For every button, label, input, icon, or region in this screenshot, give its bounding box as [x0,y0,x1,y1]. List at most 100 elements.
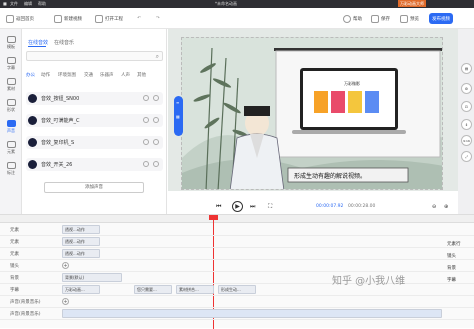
zoom-out-icon[interactable]: ⊖ [432,204,436,210]
ratio-916-button[interactable]: 9:16 [461,135,472,146]
fullscreen-preview-icon[interactable]: ⛶ [268,203,272,211]
subtitle-button[interactable]: 字幕 [447,277,456,283]
list-item[interactable]: 音效_叮满能声_C [26,114,163,127]
publish-button[interactable]: 发布视频 [429,13,453,24]
grid-icon[interactable]: ▦ [176,114,180,119]
timeline-clip[interactable]: 透视...动作 [62,249,100,258]
left-nav: 模板 字幕 素材 形状 声音 元素 标注 [0,29,22,214]
menu-help[interactable]: 帮助 [38,0,46,8]
add-icon[interactable] [153,161,159,167]
open-project-button[interactable]: 打开工程 [95,13,123,24]
play-disc-icon[interactable] [28,138,37,147]
play-disc-icon[interactable] [28,160,37,169]
playhead-handle[interactable] [209,215,218,220]
watermark: 知乎 @小我八维 [332,276,406,287]
settings-icon[interactable]: ⚙ [461,83,472,94]
nav-shape[interactable]: 形状 [1,98,21,115]
add-icon[interactable] [153,139,159,145]
add-bgm-icon[interactable]: + [62,298,69,305]
home-button[interactable]: 返回首页 [6,13,34,24]
search-input[interactable]: ⌕ [26,51,163,61]
track-camera: 镜头 + [0,260,474,272]
track-bgm: 声音(背景音乐) + [0,296,474,308]
category-instrument[interactable]: 乐器声 [100,72,114,78]
laptop-title: 万彩微影 [344,81,360,86]
list-item[interactable]: 音效_按钮_SN00 [26,92,163,105]
background-button[interactable]: 背景 [447,265,456,271]
timeline-clip[interactable]: 素材拼合... [176,285,214,294]
play-disc-icon[interactable] [28,116,37,125]
nav-element[interactable]: 元素 [1,140,21,157]
stage[interactable]: 万彩微影 形成生动有趣的解说视频。 [181,37,443,190]
camera-button[interactable]: 镜头 [447,253,456,259]
add-icon[interactable] [153,117,159,123]
lock-icon[interactable]: ⊡ [461,101,472,112]
nav-sound[interactable]: 声音 [1,119,21,136]
floating-toolbar[interactable]: ≡ ▦ [174,96,183,136]
menu-icon[interactable]: ≡ [176,100,179,105]
nav-annotation[interactable]: 标注 [1,161,21,178]
help-icon [343,14,351,23]
category-ambient[interactable]: 环境氛围 [58,72,76,78]
align-icon[interactable]: ⇕ [461,119,472,130]
add-camera-icon[interactable]: + [62,262,69,269]
new-video-button[interactable]: 新建视频 [54,13,82,24]
timeline-clip[interactable]: 形成生动... [218,285,256,294]
play-disc-icon[interactable] [28,94,37,103]
timeline: 元素 透视...动作 元素 透视...动作 元素 透视...动作 镜头 + 背景 背景(默… [0,214,474,329]
next-frame-icon[interactable]: ⏭ [250,203,255,211]
preview-play-icon[interactable] [143,139,149,145]
category-traffic[interactable]: 交通 [84,72,93,78]
nav-template[interactable]: 模板 [1,35,21,52]
add-icon[interactable] [153,95,159,101]
stage-subtitle[interactable]: 形成生动有趣的解说视频。 [294,171,366,180]
audio-waveform-clip[interactable] [62,309,442,318]
category-other[interactable]: 其他 [137,72,146,78]
timeline-clip[interactable]: 透视...动作 [62,237,100,246]
preview-play-icon[interactable] [143,161,149,167]
nav-material[interactable]: 素材 [1,77,21,94]
timeline-ruler[interactable] [0,215,474,223]
add-sound-button[interactable]: 添加声音 [44,182,144,193]
category-office[interactable]: 办公 [26,72,35,78]
preview-play-icon[interactable] [143,117,149,123]
list-item[interactable]: 音效_复印机_S [26,136,163,149]
app-logo-icon: ■ [3,1,7,6]
timeline-clip[interactable]: 万彩动画... [62,285,100,294]
zoom-in-icon[interactable]: ⊕ [444,204,448,210]
fullscreen-icon[interactable]: ⤢ [461,151,472,162]
shape-icon [6,99,16,106]
add-element-row-button[interactable]: 元素行 [447,241,461,247]
scene-illustration [182,47,442,189]
redo-button[interactable]: ↷ [156,13,160,24]
current-time: 00:00:07.92 [316,204,344,209]
track-element: 元素 透视...动作 [0,248,474,260]
menu-file[interactable]: 文件 [10,0,18,8]
timeline-clip[interactable]: 您只需要... [134,285,172,294]
track-element: 元素 透视...动作 [0,236,474,248]
menu-edit[interactable]: 编辑 [24,0,32,8]
nav-subtitle[interactable]: 字幕 [1,56,21,73]
preview-play-icon[interactable] [143,95,149,101]
brand-badge: 万彩动画大师 [398,0,426,7]
list-item[interactable]: 音效_开关_26 [26,158,163,171]
prev-frame-icon[interactable]: ⏮ [216,203,221,211]
timeline-clip[interactable]: 透视...动作 [62,225,100,234]
playback-bar: ⏮ ▶ ⏭ ⛶ 00:00:07.92 00:00:28.00 ⊖ ⊕ [168,200,458,214]
play-button[interactable]: ▶ [232,201,243,212]
preview-icon [400,14,408,23]
help-button[interactable]: 帮助 [343,13,362,24]
category-action[interactable]: 动作 [41,72,50,78]
tab-online-sound[interactable]: 在线音效 [28,39,48,46]
save-button[interactable]: 保存 [371,13,390,24]
preview-button[interactable]: 预览 [400,13,419,24]
layers-icon[interactable]: ▤ [461,63,472,74]
category-voice[interactable]: 人声 [121,72,130,78]
total-time: 00:00:28.00 [348,204,376,209]
material-icon [6,78,16,85]
timeline-clip[interactable]: 背景(默认) [62,273,122,282]
undo-button[interactable]: ↶ [137,13,141,24]
title-bar: ■ 文件 编辑 帮助 *未命名动画 万彩动画大师 [0,0,474,8]
element-icon [6,141,16,148]
tab-online-music[interactable]: 在线音乐 [54,39,74,46]
